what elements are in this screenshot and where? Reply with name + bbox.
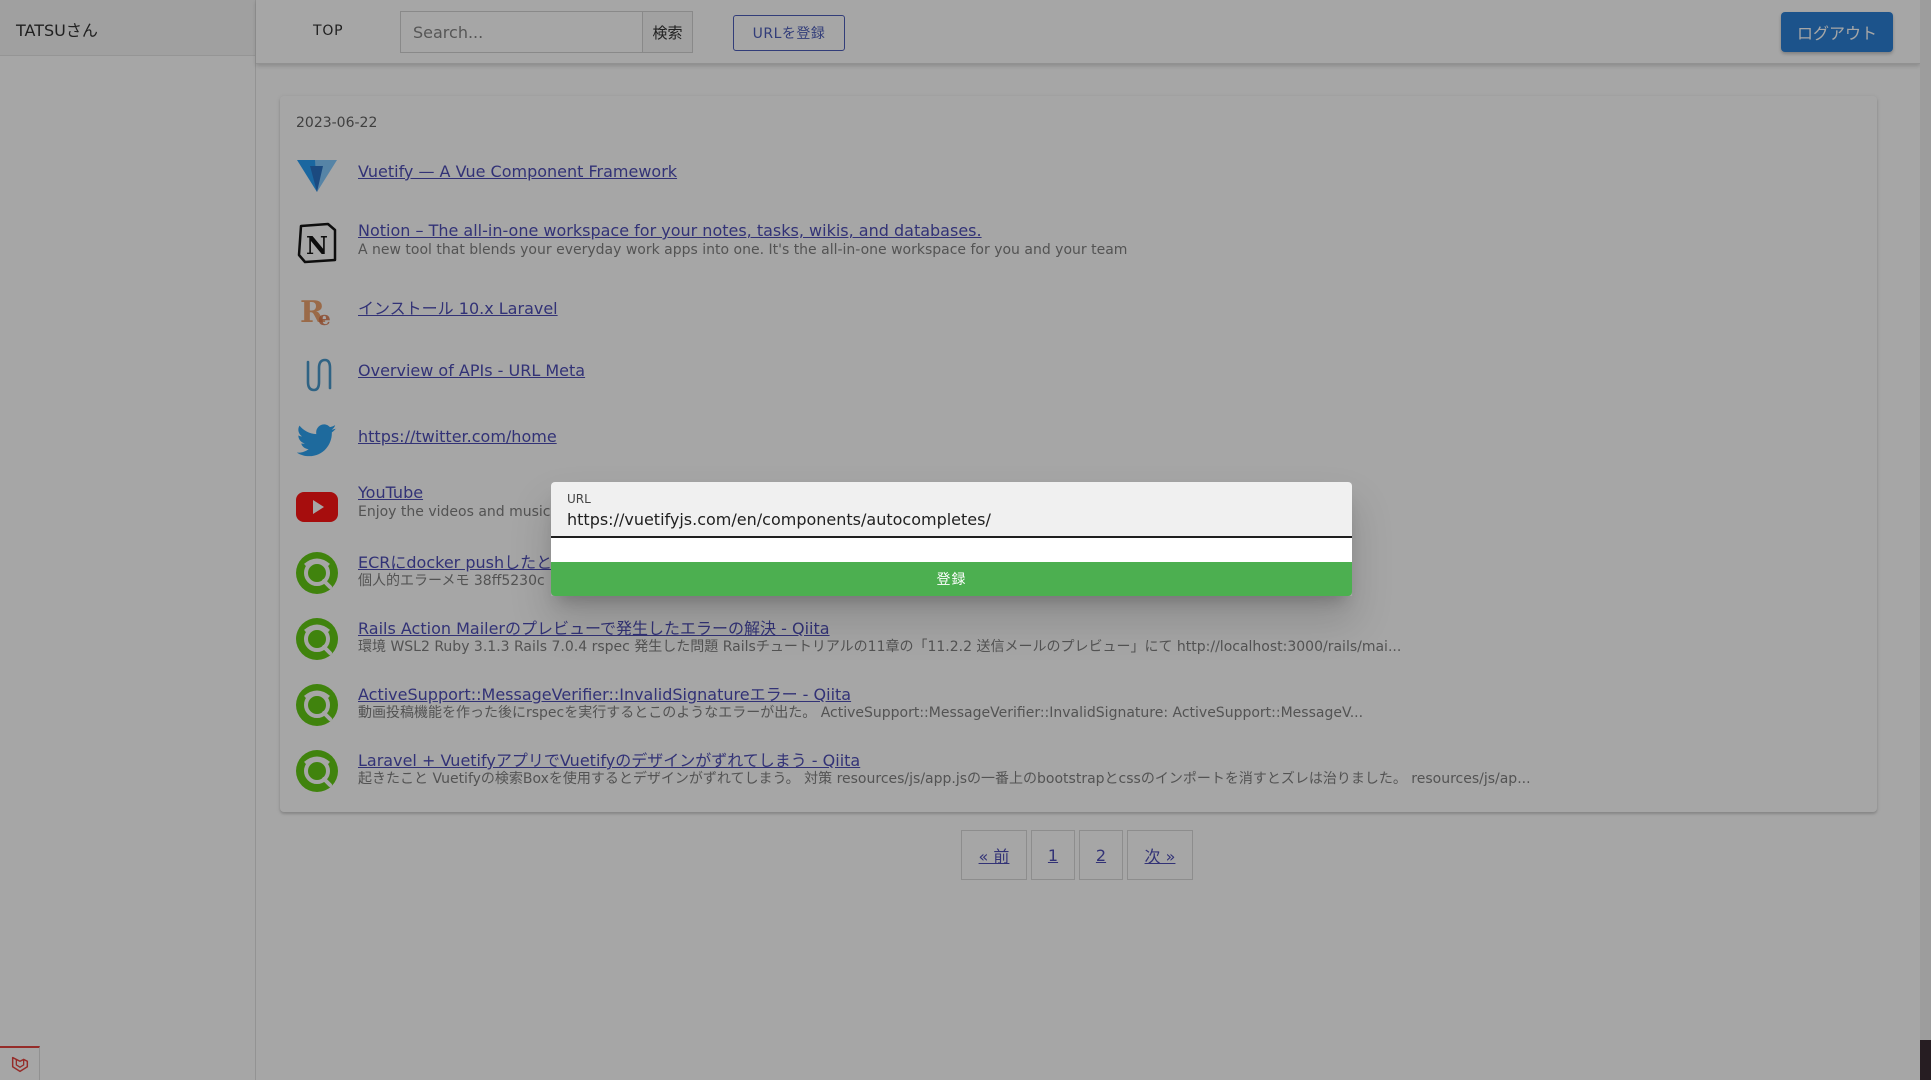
url-field-label: URL — [567, 492, 591, 506]
submit-register-button[interactable]: 登録 — [551, 562, 1352, 596]
url-field[interactable]: URL — [551, 482, 1352, 538]
url-input[interactable] — [567, 507, 1337, 531]
dialog-spacer — [551, 538, 1352, 562]
register-url-dialog: URL 登録 — [551, 482, 1352, 596]
